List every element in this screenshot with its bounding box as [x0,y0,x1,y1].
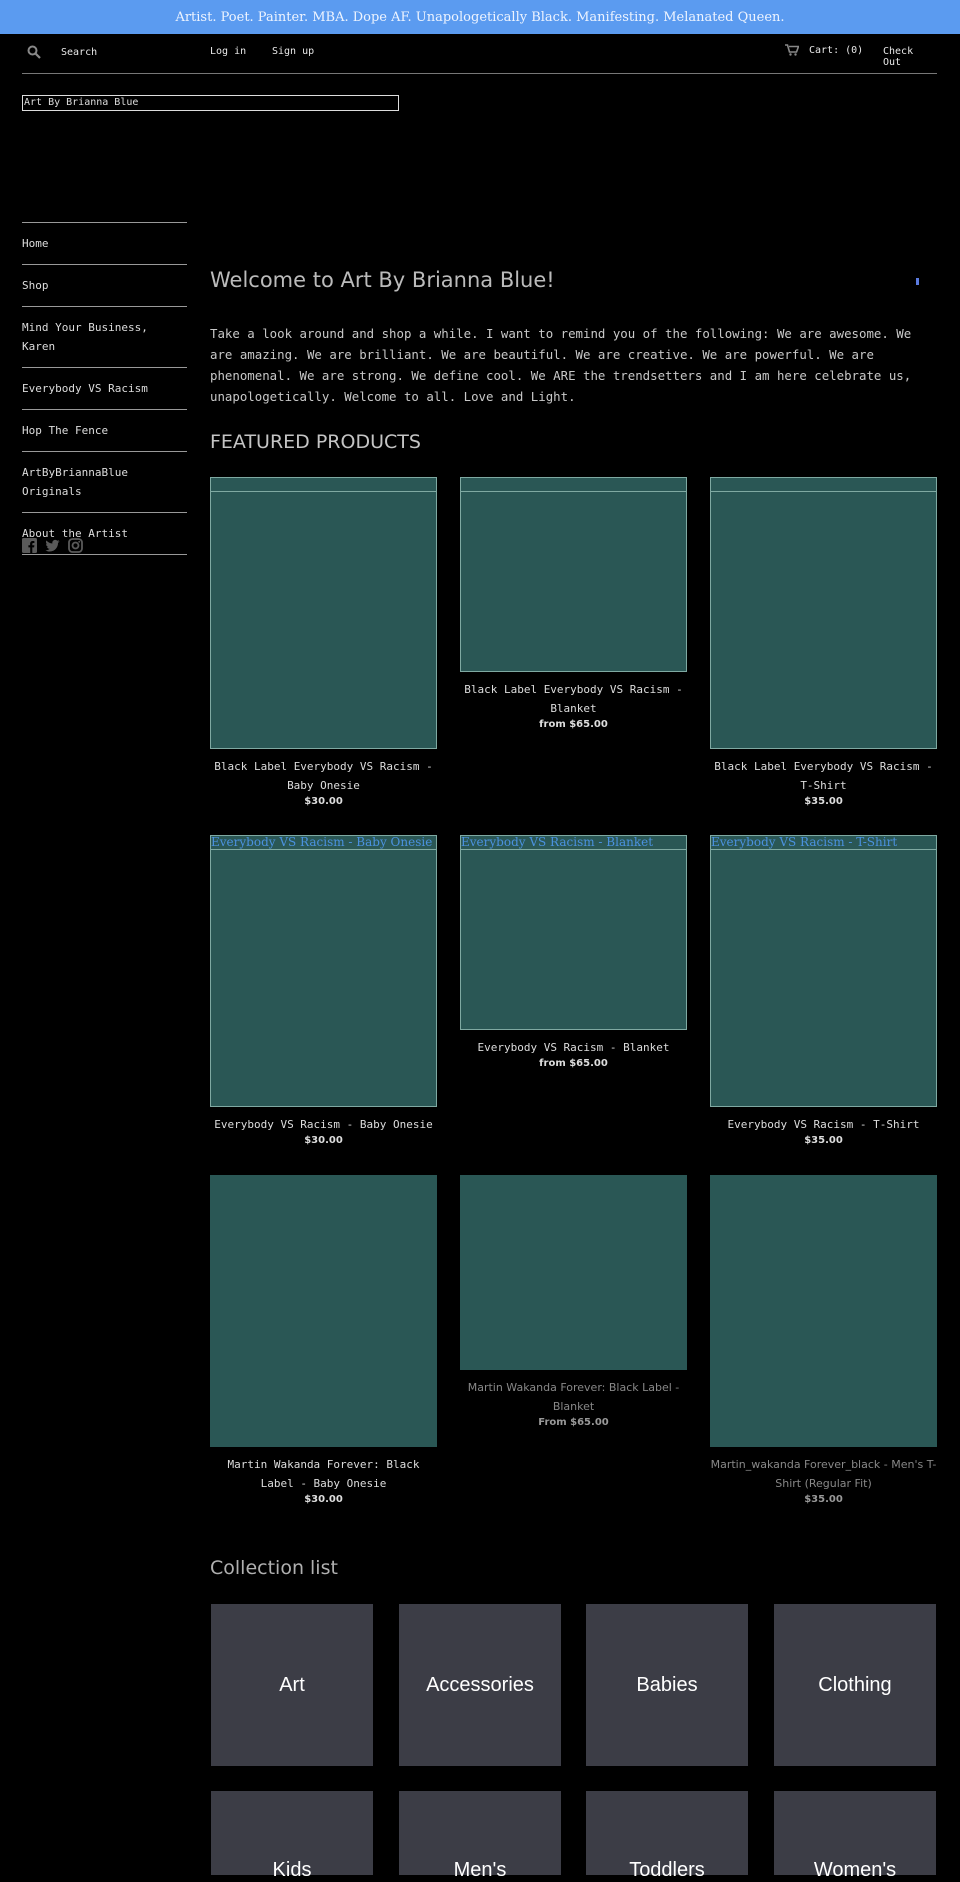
product-image[interactable] [460,477,687,672]
product-image-caption [461,478,686,492]
sidebar-item-everybody-vs-racism[interactable]: Everybody VS Racism [22,367,187,409]
product-card[interactable]: Martin Wakanda Forever: Black Label - Ba… [210,1175,437,1505]
sidebar-item-mind-your-business[interactable]: Mind Your Business, Karen [22,306,187,367]
product-title[interactable]: Everybody VS Racism - Baby Onesie [210,1115,437,1134]
product-price: $35.00 [804,796,843,807]
checkout-link[interactable]: Check Out [883,46,937,68]
product-image[interactable]: Everybody VS Racism - Baby Onesie [210,835,437,1107]
title-marker [916,278,919,285]
collection-label: Toddlers [629,1859,705,1881]
product-image[interactable] [460,1175,687,1370]
sidebar-item-originals[interactable]: ArtByBriannaBlue Originals [22,451,187,512]
product-price: $30.00 [304,796,343,807]
product-title[interactable]: Martin Wakanda Forever: Black Label - Ba… [210,1455,437,1493]
product-title[interactable]: Black Label Everybody VS Racism - T-Shir… [710,757,937,795]
collection-label: Clothing [818,1673,892,1696]
sidebar-item-shop[interactable]: Shop [22,264,187,306]
product-image-caption: Everybody VS Racism - T-Shirt [711,836,936,850]
collection-label: Men's [453,1859,507,1881]
product-image[interactable] [210,477,437,749]
collection-label: Babies [636,1673,698,1696]
search-input[interactable]: Search [61,47,97,58]
product-card[interactable]: Everybody VS Racism - T-Shirt Everybody … [710,835,937,1146]
collection-label: Accessories [426,1673,534,1696]
signup-link[interactable]: Sign up [272,46,314,57]
collection-tile-accessories[interactable]: Accessories [399,1604,561,1766]
product-image[interactable]: Everybody VS Racism - T-Shirt [710,835,937,1107]
cart-link[interactable]: Cart: (0) [785,44,863,56]
collection-tile-clothing[interactable]: Clothing [774,1604,936,1766]
product-image[interactable] [710,477,937,749]
product-price: $30.00 [304,1135,343,1146]
product-image-caption: Everybody VS Racism - Baby Onesie [211,836,436,850]
collection-tile-womens[interactable]: Women's [774,1791,936,1881]
product-image[interactable]: Everybody VS Racism - Blanket [460,835,687,1030]
cart-icon [785,44,799,56]
collection-tile-babies[interactable]: Babies [586,1604,748,1766]
twitter-icon[interactable] [45,538,60,553]
collection-tile-kids[interactable]: Kids [211,1791,373,1881]
product-card[interactable]: Martin Wakanda Forever: Black Label - Bl… [460,1175,687,1428]
login-link[interactable]: Log in [210,46,246,57]
sidebar-nav: Home Shop Mind Your Business, Karen Ever… [22,222,187,555]
collection-tile-toddlers[interactable]: Toddlers [586,1791,748,1881]
product-title[interactable]: Martin_wakanda Forever_black - Men's T-S… [710,1455,937,1493]
sidebar-item-home[interactable]: Home [22,222,187,264]
product-card[interactable]: Black Label Everybody VS Racism - Baby O… [210,477,437,807]
product-price: From $65.00 [538,1417,609,1428]
collection-label: Kids [272,1859,312,1881]
product-image-caption: Everybody VS Racism - Blanket [461,836,686,850]
welcome-title: Welcome to Art By Brianna Blue! [210,268,555,292]
product-card[interactable]: Black Label Everybody VS Racism - Blanke… [460,477,687,730]
search-icon [27,45,41,59]
product-title[interactable]: Everybody VS Racism - T-Shirt [710,1115,937,1134]
product-title[interactable]: Black Label Everybody VS Racism - Blanke… [460,680,687,718]
collection-label: Women's [813,1859,897,1881]
facebook-icon[interactable] [22,538,37,553]
product-title[interactable]: Martin Wakanda Forever: Black Label - Bl… [460,1378,687,1416]
product-image[interactable] [210,1175,437,1447]
product-title[interactable]: Black Label Everybody VS Racism - Baby O… [210,757,437,795]
collection-label: Art [279,1673,305,1696]
cart-label: Cart: (0) [809,44,864,56]
social-links [22,538,83,553]
search-form[interactable]: Search [27,45,97,59]
featured-products-title: FEATURED PRODUCTS [210,431,421,453]
top-bar: Search Log in Sign up Cart: (0) Check Ou… [22,34,937,74]
announcement-bar: Artist. Poet. Painter. MBA. Dope AF. Una… [0,0,960,34]
product-price: from $65.00 [539,1058,608,1069]
intro-text: Take a look around and shop a while. I w… [210,326,912,404]
product-card[interactable]: Everybody VS Racism - Baby Onesie Everyb… [210,835,437,1146]
product-card[interactable]: Martin_wakanda Forever_black - Men's T-S… [710,1175,937,1505]
announcement-text: Artist. Poet. Painter. MBA. Dope AF. Una… [175,9,785,25]
product-price: $35.00 [804,1494,843,1505]
product-image-caption [211,478,436,492]
product-title[interactable]: Everybody VS Racism - Blanket [460,1038,687,1057]
collection-tile-art[interactable]: Art [211,1604,373,1766]
site-logo[interactable]: Art By Brianna Blue [22,95,399,111]
sidebar-item-hop-the-fence[interactable]: Hop The Fence [22,409,187,451]
product-image-caption [711,478,936,492]
product-price: $35.00 [804,1135,843,1146]
product-price: from $65.00 [539,719,608,730]
product-price: $30.00 [304,1494,343,1505]
instagram-icon[interactable] [68,538,83,553]
product-card[interactable]: Everybody VS Racism - Blanket Everybody … [460,835,687,1069]
collection-tile-mens[interactable]: Men's [399,1791,561,1881]
product-card[interactable]: Black Label Everybody VS Racism - T-Shir… [710,477,937,807]
product-image[interactable] [710,1175,937,1447]
collection-list-title: Collection list [210,1557,338,1579]
